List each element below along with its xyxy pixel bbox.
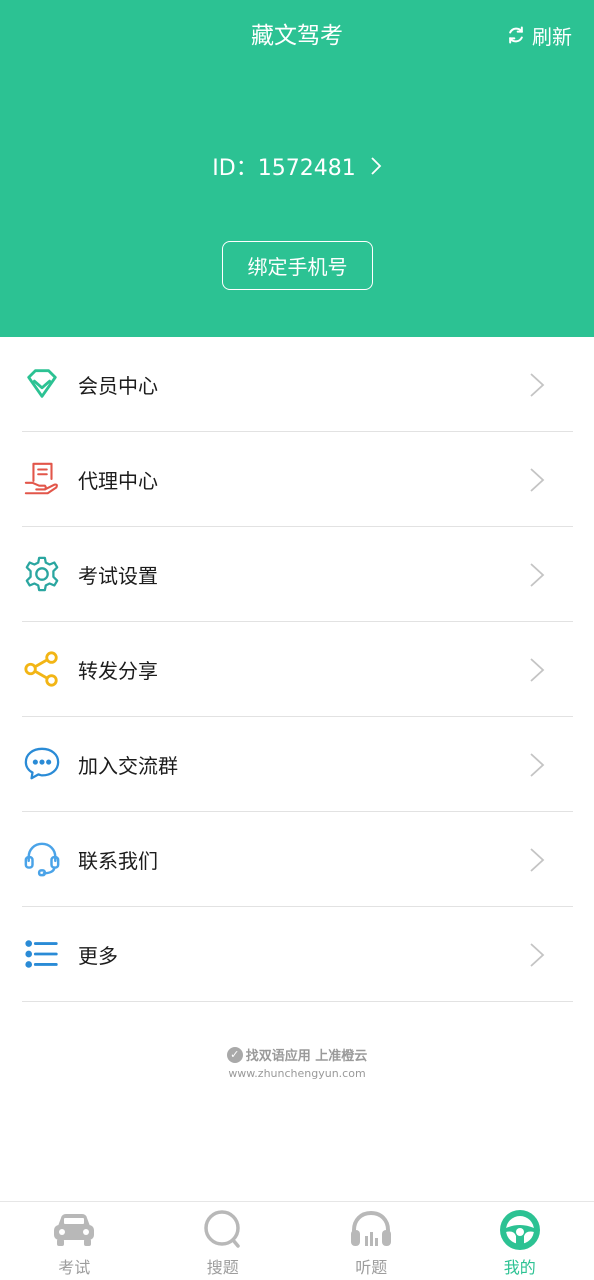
menu-item-more[interactable]: 更多 [22, 907, 573, 1002]
settings-menu: 会员中心 代理中心 考试设置 转发分享 加入交流群 联系我们 更多 [22, 337, 573, 1002]
chevron-right-icon [530, 373, 545, 397]
headset-icon [24, 842, 60, 877]
share-icon [24, 651, 58, 687]
menu-item-label: 联系我们 [78, 848, 158, 873]
tab-label: 考试 [58, 1258, 91, 1277]
tab-search[interactable]: 搜题 [149, 1202, 298, 1280]
user-id-text: ID：1572481 [212, 156, 356, 181]
tab-listen[interactable]: 听题 [297, 1202, 446, 1280]
listen-icon [351, 1210, 392, 1246]
menu-item-exam-settings[interactable]: 考试设置 [22, 527, 573, 622]
chat-bubble-icon [24, 747, 60, 780]
chevron-right-icon [530, 848, 545, 872]
refresh-button[interactable]: 刷新 [506, 20, 572, 50]
tab-mine[interactable]: 我的 [446, 1202, 594, 1280]
watermark: ✓ 找双语应用 上准橙云 www.zhunchengyun.com [0, 1045, 594, 1080]
menu-item-label: 代理中心 [78, 468, 158, 493]
chevron-right-icon [371, 157, 381, 175]
menu-item-contact-us[interactable]: 联系我们 [22, 812, 573, 907]
chevron-right-icon [530, 943, 545, 967]
menu-item-share[interactable]: 转发分享 [22, 622, 573, 717]
chevron-right-icon [530, 468, 545, 492]
bind-phone-button[interactable]: 绑定手机号 [222, 241, 373, 290]
menu-item-join-group[interactable]: 加入交流群 [22, 717, 573, 812]
chevron-right-icon [530, 658, 545, 682]
chevron-right-icon [530, 753, 545, 777]
bottom-tab-bar: 考试 搜题 听题 我的 [0, 1201, 594, 1280]
menu-item-label: 转发分享 [78, 658, 158, 683]
watermark-logo-icon: ✓ [226, 1046, 243, 1063]
app-title: 藏文驾考 [251, 23, 343, 49]
menu-item-label: 会员中心 [78, 373, 158, 398]
menu-item-member-center[interactable]: 会员中心 [22, 337, 573, 432]
gear-icon [25, 556, 59, 592]
profile-header: 藏文驾考 刷新 ID：1572481 绑定手机号 [0, 0, 594, 337]
tab-label: 搜题 [206, 1258, 239, 1277]
menu-item-label: 加入交流群 [78, 753, 178, 778]
steering-wheel-icon [499, 1210, 540, 1250]
list-icon [25, 940, 58, 968]
agent-hand-icon [24, 462, 58, 495]
user-id-row[interactable]: ID：1572481 [0, 150, 594, 182]
car-icon [54, 1214, 95, 1246]
tab-label: 听题 [355, 1258, 388, 1277]
diamond-icon [27, 369, 57, 398]
tab-label: 我的 [503, 1258, 536, 1277]
watermark-url: www.zhunchengyun.com [228, 1067, 366, 1080]
menu-item-label: 考试设置 [78, 563, 158, 588]
search-icon [204, 1210, 240, 1248]
watermark-text: 找双语应用 上准橙云 [245, 1049, 368, 1064]
refresh-icon [509, 26, 523, 44]
menu-item-label: 更多 [78, 943, 118, 968]
chevron-right-icon [530, 563, 545, 587]
refresh-label: 刷新 [532, 24, 572, 49]
menu-item-agent-center[interactable]: 代理中心 [22, 432, 573, 527]
tab-exam[interactable]: 考试 [0, 1202, 149, 1280]
